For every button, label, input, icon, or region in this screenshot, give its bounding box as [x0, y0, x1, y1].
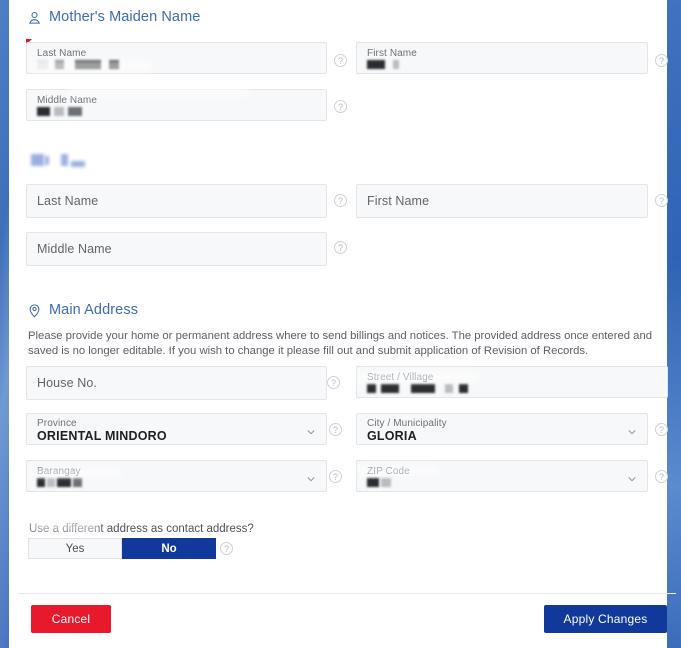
help-icon-city[interactable]: ?: [655, 423, 668, 436]
spouse-middle-name-input[interactable]: Middle Name: [26, 232, 327, 266]
maiden-first-name-redacted-value: [367, 60, 457, 71]
spouse-middle-name-placeholder: Middle Name: [37, 242, 112, 256]
help-icon-maiden-middle-name[interactable]: ?: [334, 100, 347, 113]
help-icon-barangay[interactable]: ?: [329, 470, 342, 483]
form-content: Mother's Maiden Name Last Name ? First N…: [9, 0, 668, 585]
right-chrome-band: [667, 0, 681, 648]
left-chrome-band: [0, 0, 9, 648]
cancel-button[interactable]: Cancel: [31, 605, 111, 633]
help-icon-house-no[interactable]: ?: [327, 376, 340, 389]
chevron-down-icon-barangay[interactable]: [306, 471, 316, 482]
spouse-first-name-placeholder: First Name: [367, 194, 430, 208]
main-address-description: Please provide your home or permanent ad…: [28, 330, 653, 357]
house-no-input[interactable]: House No.: [26, 366, 327, 400]
city-municipality-value: GLORIA: [367, 429, 417, 443]
chevron-down-icon-city[interactable]: [627, 424, 637, 435]
barangay-label: Barangay: [37, 466, 81, 477]
section-header-redacted: [31, 152, 85, 168]
help-icon-maiden-first-name[interactable]: ?: [655, 54, 668, 67]
spouse-first-name-input[interactable]: First Name: [356, 184, 648, 218]
toggle-option-yes[interactable]: Yes: [28, 538, 122, 559]
location-pin-icon: [27, 303, 42, 318]
maiden-first-name-label: First Name: [367, 48, 417, 59]
section-header-main-address: Main Address: [27, 302, 138, 318]
footer-divider: [18, 593, 676, 594]
chevron-down-icon-zip[interactable]: [627, 471, 637, 482]
apply-changes-button[interactable]: Apply Changes: [544, 605, 667, 633]
help-icon-contact-address[interactable]: ?: [220, 542, 233, 555]
province-label: Province: [37, 418, 77, 429]
maiden-last-name-label: Last Name: [37, 48, 87, 59]
street-village-redacted-value: [367, 384, 557, 395]
province-select[interactable]: Province ORIENTAL MINDORO: [26, 413, 327, 445]
help-icon-province[interactable]: ?: [329, 423, 342, 436]
zip-code-redacted-value: [367, 478, 437, 489]
province-value: ORIENTAL MINDORO: [37, 429, 167, 443]
spouse-last-name-placeholder: Last Name: [37, 194, 99, 208]
toggle-option-no[interactable]: No: [122, 538, 216, 559]
maiden-last-name-field[interactable]: Last Name: [26, 42, 327, 74]
zip-code-select[interactable]: ZIP Code: [356, 460, 648, 492]
section-header-maiden-name: Mother's Maiden Name: [27, 9, 200, 25]
maiden-first-name-field[interactable]: First Name: [356, 42, 648, 74]
spouse-last-name-input[interactable]: Last Name: [26, 184, 327, 218]
chevron-down-icon-province[interactable]: [306, 424, 316, 435]
help-icon-spouse-last-name[interactable]: ?: [334, 194, 347, 207]
help-icon-spouse-first-name[interactable]: ?: [655, 194, 668, 207]
maiden-middle-name-field[interactable]: Middle Name: [26, 89, 327, 121]
help-icon-maiden-last-name[interactable]: ?: [334, 54, 347, 67]
maiden-middle-name-redacted-value: [37, 107, 157, 118]
city-municipality-label: City / Municipality: [367, 418, 447, 429]
person-icon: [27, 10, 42, 25]
form-panel: Mother's Maiden Name Last Name ? First N…: [9, 0, 676, 648]
zip-code-label: ZIP Code: [367, 466, 410, 477]
section-title-main-address: Main Address: [49, 302, 139, 318]
help-icon-zip[interactable]: ?: [655, 470, 668, 483]
contact-address-question: Use a different address as contact addre…: [29, 523, 254, 535]
barangay-redacted-value: [37, 478, 157, 489]
maiden-last-name-redacted-value: [37, 60, 187, 71]
help-icon-spouse-middle-name[interactable]: ?: [334, 241, 347, 254]
street-village-label: Street / Village: [367, 372, 434, 383]
street-village-field[interactable]: Street / Village: [356, 366, 668, 398]
section-title-maiden-name: Mother's Maiden Name: [49, 9, 201, 25]
house-no-placeholder: House No.: [37, 376, 97, 390]
maiden-middle-name-label: Middle Name: [37, 95, 98, 106]
barangay-select[interactable]: Barangay: [26, 460, 327, 492]
city-municipality-select[interactable]: City / Municipality GLORIA: [356, 413, 648, 445]
contact-address-toggle[interactable]: Yes No: [28, 538, 216, 559]
